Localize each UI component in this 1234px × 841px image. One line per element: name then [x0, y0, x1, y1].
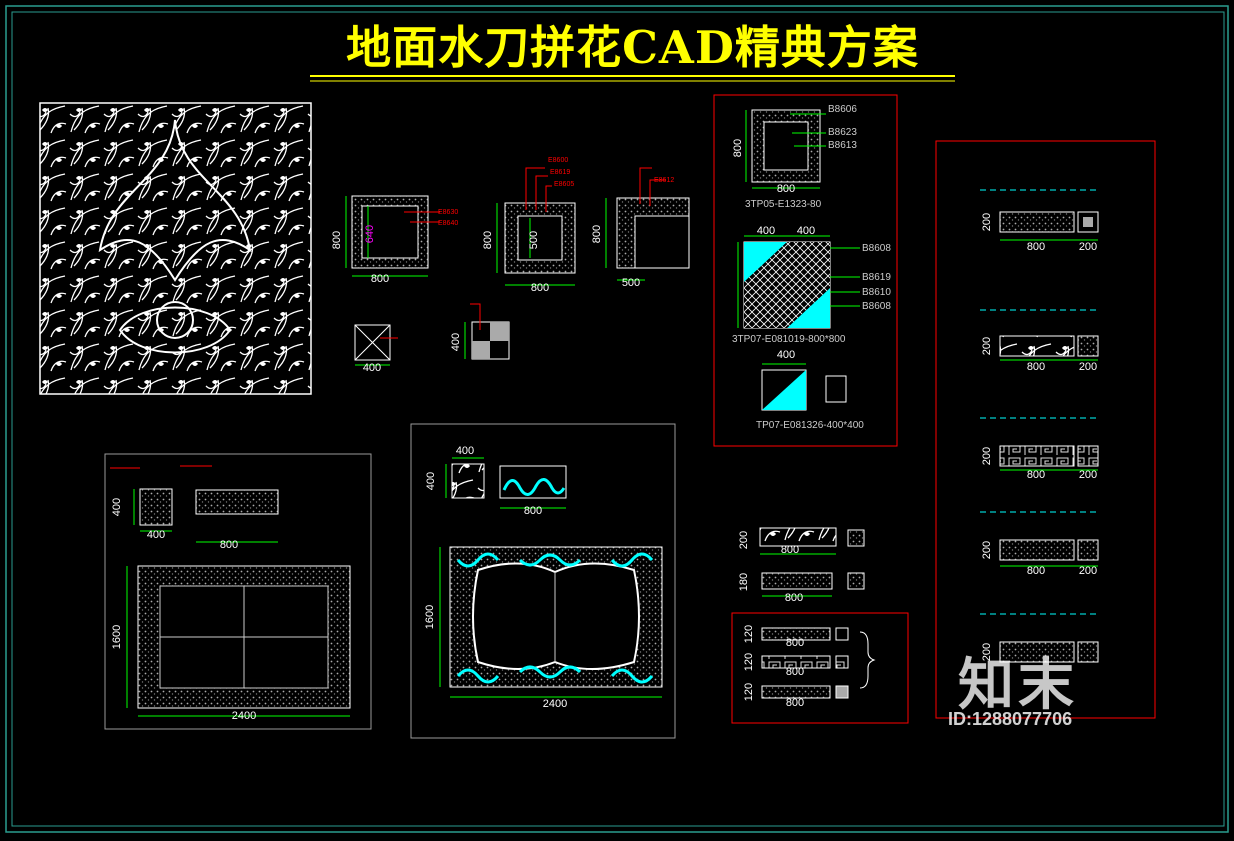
dim-200-c: 200	[981, 213, 993, 231]
dim-400-i: 400	[425, 472, 437, 490]
dim-200-h: 200	[1079, 565, 1097, 577]
code-b8610: B8610	[862, 287, 891, 298]
caption-tp07-a: 3TP07-E081019-800*800	[732, 334, 846, 345]
code-e8640: E8640	[438, 220, 458, 227]
dim-1600-a: 1600	[111, 625, 123, 649]
dim-800-d: 800	[482, 231, 494, 249]
dim-500: 500	[528, 231, 540, 249]
dim-400-b: 400	[450, 333, 462, 351]
sheet-title: 地面水刀拼花CAD精典方案	[346, 21, 919, 74]
code-b8619: B8619	[862, 272, 891, 283]
dim-1600-b: 1600	[424, 605, 436, 629]
dim-200-b: 200	[1079, 241, 1097, 253]
code-b8608-b: B8608	[862, 301, 891, 312]
dim-120-c: 120	[743, 683, 755, 701]
border-strip-1	[980, 189, 1100, 241]
dim-800-n: 800	[786, 697, 804, 709]
floral-pattern-panel	[39, 102, 312, 395]
dim-800-e: 800	[591, 225, 603, 243]
dim-800-l: 800	[786, 637, 804, 649]
border-strip-2	[980, 309, 1100, 361]
dim-800-r: 800	[1027, 565, 1045, 577]
dim-200-i: 200	[981, 541, 993, 559]
dim-200-g: 200	[981, 447, 993, 465]
dim-2400-a: 2400	[232, 710, 256, 722]
caption-tp07-b: TP07-E081326-400*400	[756, 420, 864, 431]
code-b8613: B8613	[828, 140, 857, 151]
code-b8606: B8606	[828, 104, 857, 115]
code-e8612: E8612	[654, 177, 674, 184]
code-e8619: E8619	[550, 169, 570, 176]
cad-sheet: 800 800 640 800 800 500 800 500 400 400 …	[0, 0, 1234, 837]
code-b8608-a: B8608	[862, 243, 891, 254]
floor-plan-2	[439, 457, 663, 698]
tp07-small-detail	[761, 363, 847, 411]
dim-200-a: 200	[738, 531, 750, 549]
small-tile-1	[354, 324, 398, 366]
dim-500-b: 500	[622, 277, 640, 289]
dim-800-h: 800	[220, 539, 238, 551]
stripe-details	[761, 627, 876, 699]
code-e8605: E8605	[554, 181, 574, 188]
dim-200-d: 200	[1079, 361, 1097, 373]
border-strip-4	[980, 511, 1100, 567]
dim-800-a: 800	[371, 273, 389, 285]
square-frame-detail-1	[345, 195, 440, 277]
floor-plan-1	[110, 465, 351, 717]
tp07-lattice-detail	[737, 235, 860, 329]
small-tile-2	[464, 303, 510, 360]
dim-400-e: 400	[777, 349, 795, 361]
border-detail-small	[759, 527, 865, 597]
border-strip-list	[980, 189, 1100, 663]
dim-400-f: 400	[147, 529, 165, 541]
dim-120-a: 120	[743, 625, 755, 643]
dim-640: 640	[364, 225, 376, 243]
dim-180: 180	[738, 573, 750, 591]
dim-800-g: 800	[732, 139, 744, 157]
tp05-square-detail	[745, 109, 826, 189]
material-code-labels: B8606 B8623 B8613 B8608 B8619 B8610 B860…	[828, 104, 891, 312]
dim-2400-b: 2400	[543, 698, 567, 710]
caption-tp05: 3TP05-E1323-80	[745, 199, 822, 210]
dim-120-b: 120	[743, 653, 755, 671]
dim-800-i: 800	[524, 505, 542, 517]
code-e8600: E8600	[548, 157, 568, 164]
dim-800-q: 800	[1027, 469, 1045, 481]
dim-400-a: 400	[363, 362, 381, 374]
dim-200-f: 200	[1079, 469, 1097, 481]
dim-200-e: 200	[981, 337, 993, 355]
dim-800-p: 800	[1027, 361, 1045, 373]
code-b8623: B8623	[828, 127, 857, 138]
dim-800-f: 800	[777, 183, 795, 195]
corner-detail	[605, 167, 690, 281]
border-strip-3	[980, 417, 1100, 471]
dim-800-c: 800	[531, 282, 549, 294]
dim-800-j: 800	[781, 544, 799, 556]
watermark-id: ID:1288077706	[948, 709, 1073, 729]
dim-800-k: 800	[785, 592, 803, 604]
dim-800-b: 800	[331, 231, 343, 249]
dim-800-o: 800	[1027, 241, 1045, 253]
dim-400-g: 400	[111, 498, 123, 516]
dim-800-m: 800	[786, 666, 804, 678]
code-e8630: E8630	[438, 209, 458, 216]
dim-400-h: 400	[456, 445, 474, 457]
dim-400-c: 400	[757, 225, 775, 237]
dim-400-d: 400	[797, 225, 815, 237]
